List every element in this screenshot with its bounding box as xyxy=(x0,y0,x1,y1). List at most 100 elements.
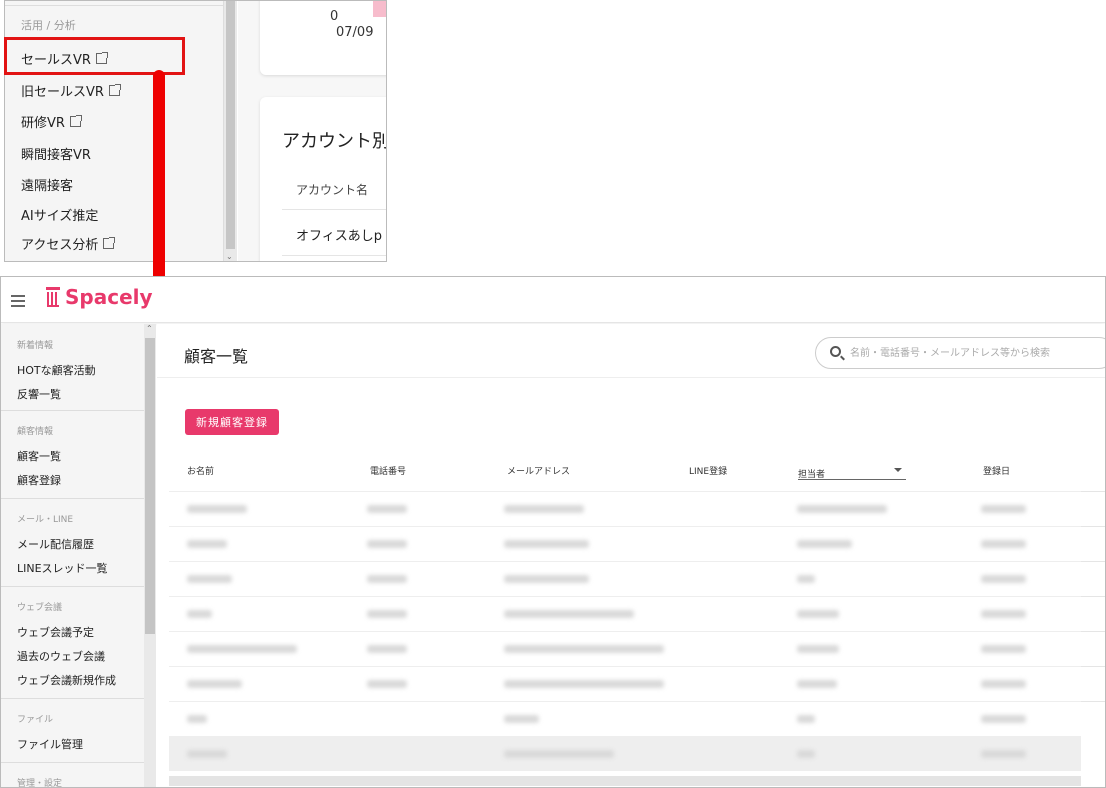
sidebar-item-label: 遠隔接客 xyxy=(21,179,74,194)
crop-scrollbar[interactable]: ⌄ xyxy=(224,1,237,261)
blurred-cell xyxy=(187,505,247,513)
table-row[interactable] xyxy=(169,596,1081,631)
horizontal-scrollbar[interactable] xyxy=(169,776,1081,786)
table-row[interactable] xyxy=(169,631,1081,666)
blurred-cell xyxy=(504,750,614,758)
section-caption: 新着情報 xyxy=(17,341,54,351)
sidebar-item-remote[interactable]: 遠隔接客 xyxy=(21,175,73,194)
new-customer-button[interactable]: 新規顧客登録 xyxy=(185,409,279,435)
stat-date: 07/09 xyxy=(336,25,374,40)
app-window: Spacely 新着情報 HOTな顧客活動 反響一覧 顧客情報 顧客一覧 顧客登… xyxy=(0,276,1106,788)
table-row[interactable] xyxy=(169,666,1081,701)
account-card-title: アカウント別 xyxy=(282,131,387,152)
account-column-header: アカウント名 xyxy=(296,183,369,197)
table-row[interactable] xyxy=(169,526,1081,561)
blurred-cell xyxy=(367,575,407,583)
account-cell: オフィスあしp xyxy=(296,229,382,244)
pillar-logo-icon xyxy=(45,287,61,307)
blurred-cell xyxy=(187,575,232,583)
blurred-cell xyxy=(504,610,634,618)
column-header-name[interactable]: お名前 xyxy=(187,464,214,477)
divider xyxy=(1081,491,1105,492)
blurred-cell xyxy=(981,680,1026,688)
sidebar-item-file-management[interactable]: ファイル管理 xyxy=(17,736,83,752)
divider xyxy=(157,377,1105,378)
sidebar-item-line-threads[interactable]: LINEスレッド一覧 xyxy=(17,560,108,576)
blurred-cell xyxy=(187,680,242,688)
divider xyxy=(1,762,144,763)
sidebar-item-label: AIサイズ推定 xyxy=(21,209,99,224)
sidebar-item-ai-size[interactable]: AIサイズ推定 xyxy=(21,205,98,224)
sidebar-item-label: 旧セールスVR xyxy=(21,85,104,100)
blurred-cell xyxy=(981,750,1026,758)
search-icon xyxy=(830,346,841,357)
divider xyxy=(282,255,386,256)
logo[interactable]: Spacely xyxy=(45,285,153,309)
blurred-cell xyxy=(981,575,1026,583)
blurred-cell xyxy=(187,540,227,548)
column-header-email[interactable]: メールアドレス xyxy=(507,464,570,477)
sidebar-item-new-web-meeting[interactable]: ウェブ会議新規作成 xyxy=(17,672,116,688)
sidebar-scrollbar[interactable]: ⌃ xyxy=(144,324,156,787)
sidebar-item-label: アクセス分析 xyxy=(21,238,99,253)
section-caption: 顧客情報 xyxy=(17,427,54,437)
divider xyxy=(1,698,144,699)
blurred-cell xyxy=(367,540,407,548)
sidebar-item-customer-list[interactable]: 顧客一覧 xyxy=(17,448,61,464)
column-header-registered[interactable]: 登録日 xyxy=(983,464,1010,477)
sidebar-item-responses[interactable]: 反響一覧 xyxy=(17,386,61,402)
sidebar-item-customer-register[interactable]: 顧客登録 xyxy=(17,472,61,488)
table-row[interactable] xyxy=(169,491,1081,526)
app-header: Spacely xyxy=(1,277,1105,323)
blurred-cell xyxy=(187,715,207,723)
blurred-cell xyxy=(504,680,664,688)
scroll-down-icon[interactable]: ⌄ xyxy=(226,252,233,261)
divider xyxy=(5,5,223,6)
table-row[interactable] xyxy=(169,736,1081,771)
blurred-cell xyxy=(981,610,1026,618)
section-caption: メール・LINE xyxy=(17,515,74,525)
blurred-cell xyxy=(797,540,852,548)
blurred-cell xyxy=(187,610,212,618)
table-row[interactable] xyxy=(169,561,1081,596)
blurred-cell xyxy=(797,750,815,758)
blurred-cell xyxy=(981,505,1026,513)
blurred-cell xyxy=(367,680,407,688)
page-title: 顧客一覧 xyxy=(184,347,249,366)
divider xyxy=(1081,526,1105,527)
search-input[interactable] xyxy=(850,345,1100,361)
sidebar-item-hot-activity[interactable]: HOTな顧客活動 xyxy=(17,362,96,378)
column-header-line[interactable]: LINE登録 xyxy=(689,464,727,477)
blurred-cell xyxy=(187,750,227,758)
search-box[interactable] xyxy=(815,337,1105,369)
external-link-icon xyxy=(108,84,121,96)
sidebar-item-web-meeting-schedule[interactable]: ウェブ会議予定 xyxy=(17,624,94,640)
divider xyxy=(1081,701,1105,702)
divider xyxy=(1081,666,1105,667)
logo-text: Spacely xyxy=(65,285,153,309)
blurred-cell xyxy=(187,645,297,653)
scroll-up-icon[interactable]: ⌃ xyxy=(146,324,153,333)
blurred-cell xyxy=(367,610,407,618)
scrollbar-thumb[interactable] xyxy=(226,1,235,249)
external-link-icon xyxy=(69,115,82,127)
hamburger-menu-icon[interactable] xyxy=(11,295,25,310)
column-header-phone[interactable]: 電話番号 xyxy=(370,464,406,477)
scrollbar-thumb[interactable] xyxy=(145,338,155,634)
sidebar-item-label: 研修VR xyxy=(21,116,65,131)
table-row[interactable] xyxy=(169,701,1081,736)
chevron-down-icon xyxy=(894,468,902,472)
sidebar-item-instant-vr[interactable]: 瞬間接客VR xyxy=(21,144,91,163)
sidebar-item-mail-history[interactable]: メール配信履歴 xyxy=(17,536,94,552)
blurred-cell xyxy=(797,575,815,583)
sidebar-item-access-analytics[interactable]: アクセス分析 xyxy=(21,234,116,253)
sidebar-item-training-vr[interactable]: 研修VR xyxy=(21,112,82,131)
owner-filter-select[interactable]: 担当者 xyxy=(798,462,906,480)
divider xyxy=(282,209,386,210)
sidebar-item-label: 瞬間接客VR xyxy=(21,148,91,163)
stat-value: 0 xyxy=(330,9,339,24)
sidebar-item-old-sales-vr[interactable]: 旧セールスVR xyxy=(21,81,121,100)
blurred-cell xyxy=(504,715,539,723)
sidebar-item-past-web-meetings[interactable]: 過去のウェブ会議 xyxy=(17,648,105,664)
blurred-cell xyxy=(504,575,589,583)
